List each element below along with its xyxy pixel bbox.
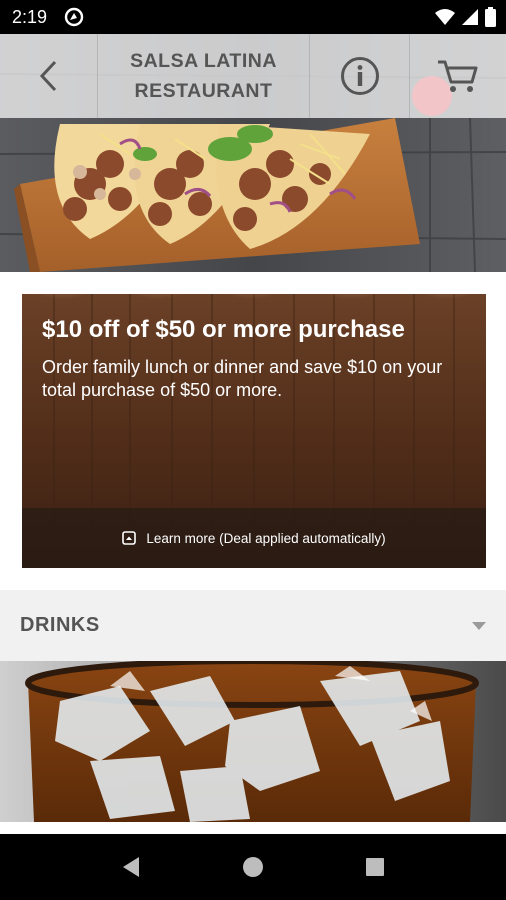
nav-back-button[interactable] (111, 847, 151, 887)
deal-title: $10 off of $50 or more purchase (42, 316, 405, 343)
drinks-section-header[interactable]: DRINKS (0, 590, 506, 661)
recents-square-icon (366, 858, 384, 876)
nav-home-button[interactable] (233, 847, 273, 887)
expand-icon (122, 531, 137, 545)
nav-recents-button[interactable] (355, 847, 395, 887)
learn-more-link[interactable]: Learn more (Deal applied automatically) (22, 508, 486, 568)
battery-icon (485, 7, 496, 27)
iced-drink-illustration (0, 661, 506, 822)
status-time: 2:19 (12, 7, 48, 27)
caret-down-icon (472, 621, 486, 630)
deal-description: Order family lunch or dinner and save $1… (42, 357, 443, 400)
section-title: DRINKS (20, 614, 100, 636)
chevron-left-icon (39, 60, 56, 92)
wifi-icon (435, 9, 455, 25)
title-line-1: SALSA LATINA (130, 50, 277, 72)
drinks-image[interactable] (0, 661, 506, 822)
back-button[interactable] (0, 34, 98, 118)
restaurant-title: SALSA LATINA RESTAURANT (98, 34, 310, 118)
deal-card[interactable]: $10 off of $50 or more purchase Order fa… (22, 294, 486, 568)
status-icons (435, 7, 496, 27)
navigation-bar (0, 834, 506, 900)
cart-icon (438, 60, 478, 92)
back-triangle-icon (123, 857, 139, 877)
app-header: SALSA LATINA RESTAURANT (0, 34, 506, 118)
cart-button[interactable] (410, 34, 506, 118)
status-bar: 2:19 (0, 0, 506, 34)
app-notification-icon (64, 7, 84, 27)
home-circle-icon (243, 857, 263, 877)
info-button[interactable] (310, 34, 410, 118)
info-icon (340, 57, 379, 95)
title-line-2: RESTAURANT (134, 80, 273, 102)
learn-more-label: Learn more (Deal applied automatically) (146, 530, 386, 546)
signal-icon (462, 9, 478, 25)
